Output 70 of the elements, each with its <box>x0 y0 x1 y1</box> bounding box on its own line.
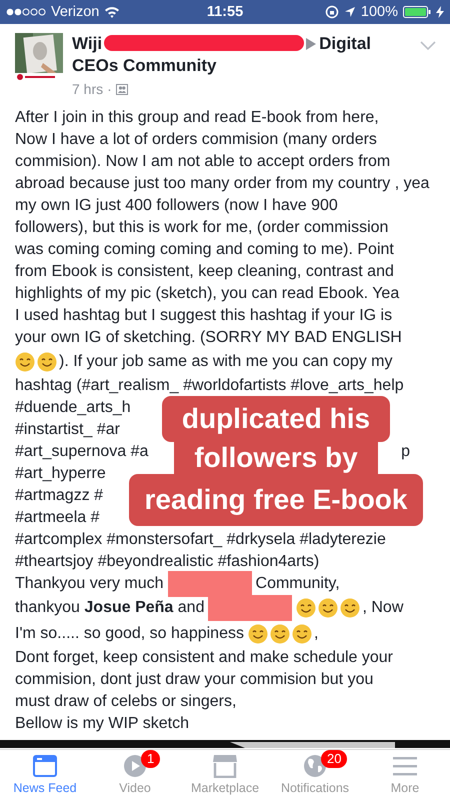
post-text: Bellow is my WIP sketch <box>15 714 189 734</box>
post-text: highlights of my pic (sketch), you can read Ebook. Yea <box>15 284 400 304</box>
post-text: Dont forget, keep consistent and make schedule your <box>15 648 393 668</box>
post-text: #art_hyperre <box>15 464 106 484</box>
post-text: , Now <box>362 598 404 618</box>
menu-icon <box>393 756 417 776</box>
tab-item[interactable]: 1 Video <box>90 750 180 800</box>
post-text: must draw of celebs or singers, <box>15 692 236 712</box>
post-text: #artmeela # <box>15 508 100 528</box>
smiley-icon <box>292 624 312 644</box>
news-feed-icon <box>33 755 57 777</box>
wifi-icon <box>104 6 120 18</box>
tab-item[interactable]: 20 Notifications <box>270 750 360 800</box>
separator-dot: · <box>107 81 112 97</box>
smiley-icon <box>296 598 316 618</box>
post-text: Thankyou very much <box>15 574 164 594</box>
post-text: #duende_arts_h <box>15 398 131 418</box>
tab-item[interactable]: Marketplace <box>180 750 270 800</box>
location-icon <box>344 6 356 18</box>
post-text: commision, dont just draw your commision but you <box>15 670 374 690</box>
post-time: 7 hrs <box>72 81 104 97</box>
notification-badge: 1 <box>141 750 160 768</box>
battery-percent: 100% <box>360 4 398 20</box>
post-text: #artmagzz # <box>15 486 104 506</box>
post-text: ). If your job same as with me you can copy my <box>59 352 392 372</box>
post-text: from Ebook is consistent, keep cleaning, contrast and <box>15 262 394 282</box>
post-text: Now I have a lot of orders commision (many orders <box>15 130 377 150</box>
notification-badge: 20 <box>321 750 348 768</box>
charging-icon <box>436 6 444 18</box>
post-text: After I join in this group and read E-book from here, <box>15 108 379 128</box>
caption-text: reading free E-book <box>128 474 424 526</box>
post-text: your own IG of sketching. (SORRY MY BAD ENGLISH <box>15 328 402 348</box>
post-text: Community, <box>256 574 340 594</box>
post-text: hashtag (#art_realism_ #worldofartists #love_arts_help <box>15 376 404 396</box>
post-text: #instartist_ #ar <box>15 420 120 440</box>
group-name[interactable]: CEOs Community <box>72 55 217 77</box>
smiley-icon <box>248 624 268 644</box>
group-name[interactable]: Digital <box>319 34 372 53</box>
triangle-arrow-icon <box>306 38 316 50</box>
post-text: I used hashtag but I suggest this hashtag if your IG is <box>15 306 392 326</box>
post-text: #art_supernova #a <box>15 442 148 462</box>
post-text: commision). Now I am not able to accept orders from <box>15 152 390 172</box>
smiley-icon <box>318 598 338 618</box>
post-text: my own IG just 400 followers (now I have 900 <box>15 196 338 216</box>
caption-text: duplicated his <box>162 396 390 442</box>
post-text: thankyou Josue Peña and <box>15 598 204 618</box>
rotation-lock-icon <box>324 5 339 19</box>
author-name[interactable]: Wiji <box>72 34 102 53</box>
post-text: followers), but this is work for me, (order commission <box>15 218 388 238</box>
post-text: #artcomplex #monstersofart_ #drkysela #ladyterezie <box>15 530 386 550</box>
post-text: #theartsjoy #beyondrealistic #fashion4arts) <box>15 552 320 572</box>
store-icon <box>212 754 238 778</box>
post-text: I'm so..... so good, so happiness <box>15 624 244 644</box>
carrier-name: Verizon <box>51 4 100 20</box>
group-icon <box>116 84 128 94</box>
caption-text: followers by <box>174 442 378 474</box>
chevron-down-icon[interactable] <box>420 41 436 50</box>
smiley-icon <box>37 352 57 372</box>
signal-icon <box>6 8 46 16</box>
battery-icon <box>403 6 431 18</box>
tab-item[interactable]: More <box>360 750 450 800</box>
smiley-icon <box>15 352 35 372</box>
smiley-icon <box>340 598 360 618</box>
clock-time: 11:55 <box>206 4 244 20</box>
tab-item[interactable]: News Feed <box>0 750 90 800</box>
post-text: was coming coming coming and coming to me). Point <box>15 240 394 260</box>
smiley-icon <box>270 624 290 644</box>
post-text: , <box>314 624 318 644</box>
post-text: abroad because just too many order from my country , yea <box>15 174 430 194</box>
post-text: p <box>401 442 410 462</box>
